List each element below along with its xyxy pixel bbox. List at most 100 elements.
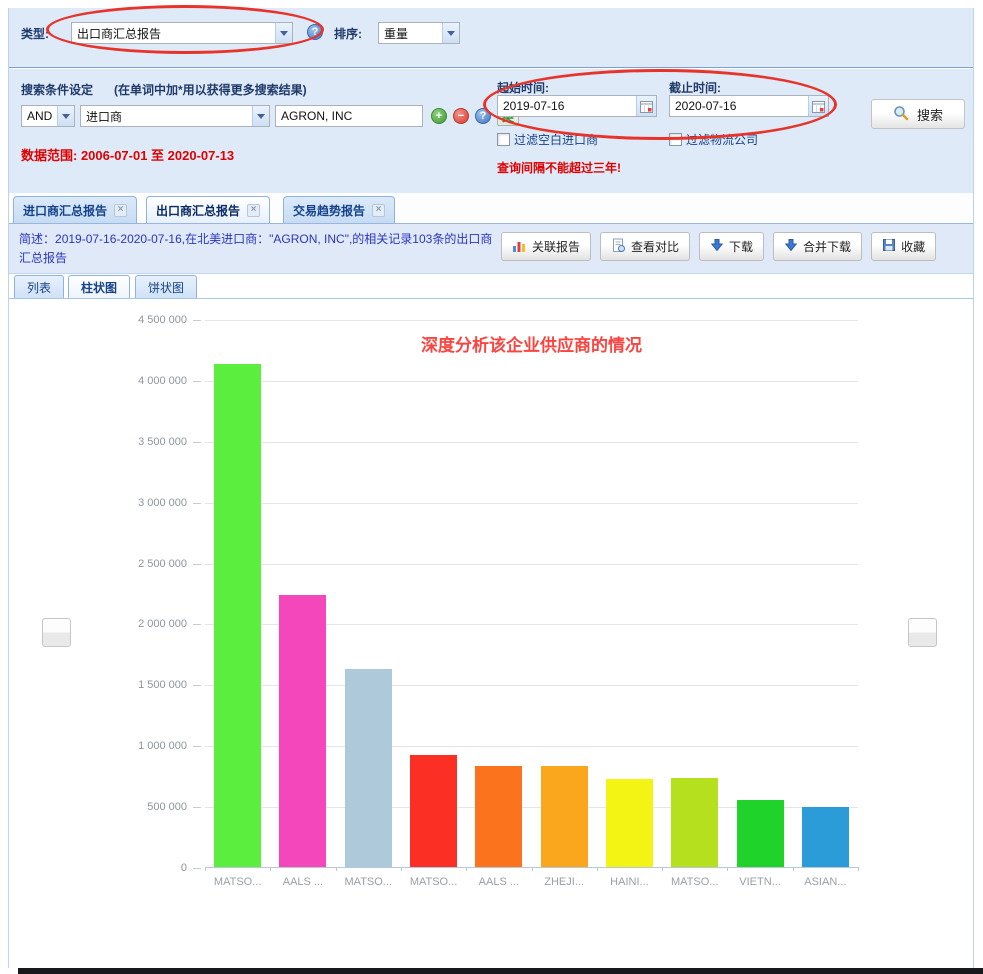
x-axis-label: AALS ... (270, 876, 336, 888)
filter-blank-importer-checkbox[interactable] (497, 133, 510, 146)
tab-exporter-summary[interactable]: 出口商汇总报告 × (146, 196, 270, 223)
chevron-down-icon[interactable] (252, 106, 269, 126)
bar-5[interactable] (475, 766, 522, 867)
add-condition-icon[interactable]: + (431, 108, 447, 124)
gridline (205, 564, 858, 565)
merge-download-button[interactable]: 合并下载 (773, 232, 862, 261)
sort-label: 排序: (334, 25, 362, 42)
end-date-input[interactable] (670, 97, 808, 115)
bar-10[interactable] (802, 807, 849, 867)
view-tab-pie-chart[interactable]: 饼状图 (135, 275, 197, 298)
start-date-field[interactable] (497, 95, 657, 117)
x-tick (727, 867, 728, 871)
chevron-down-icon[interactable] (442, 23, 459, 43)
bar-9[interactable] (737, 800, 784, 867)
view-tab-bar-chart[interactable]: 柱状图 (68, 275, 130, 298)
save-icon (882, 238, 896, 255)
bar-chart-plot: 0500 0001 000 0001 500 0002 000 0002 500… (205, 320, 858, 868)
remove-condition-icon[interactable]: − (453, 108, 469, 124)
search-button[interactable]: 搜索 (871, 99, 965, 129)
search-field-select[interactable]: 进口商 (80, 105, 270, 127)
close-icon[interactable]: × (114, 204, 127, 217)
x-tick (597, 867, 598, 871)
type-label: 类型: (21, 25, 49, 42)
view-tab-label: 列表 (27, 279, 51, 296)
bool-operator-select[interactable]: AND (21, 105, 75, 127)
end-date-label: 截止时间: (669, 79, 721, 96)
help-icon[interactable]: ? (307, 24, 323, 40)
start-date-input[interactable] (498, 97, 636, 115)
x-tick (466, 867, 467, 871)
x-axis-label: MATSO... (335, 876, 401, 888)
bool-operator-value: AND (22, 109, 57, 123)
related-report-button[interactable]: 关联报告 (501, 232, 591, 261)
search-icon (893, 105, 909, 124)
filter-logistics-checkbox[interactable] (669, 133, 682, 146)
gridline (205, 320, 858, 321)
bar-7[interactable] (606, 779, 653, 867)
download-arrow-icon (784, 238, 798, 255)
calendar-icon[interactable] (808, 96, 828, 116)
main-window: 类型: 出口商汇总报告 ? 排序: 重量 搜索条件设定 (在单词中加*用以获得更… (8, 8, 974, 968)
summary-text: 2019-07-16-2020-07-16,在北美进口商："AGRON, INC… (19, 232, 492, 265)
y-tick (193, 503, 201, 504)
y-axis-label: 4 000 000 (138, 375, 187, 387)
x-axis-label: MATSO... (205, 876, 271, 888)
bottom-edge-bar (18, 968, 983, 974)
bar-1[interactable] (214, 364, 261, 867)
filter-logistics-label: 过滤物流公司 (686, 133, 758, 147)
end-date-field[interactable] (669, 95, 829, 117)
x-axis-label: VIETN... (727, 876, 793, 888)
search-button-label: 搜索 (917, 105, 943, 124)
favorite-button[interactable]: 收藏 (871, 232, 936, 261)
y-axis-label: 3 500 000 (138, 436, 187, 448)
bar-2[interactable] (279, 595, 326, 867)
report-type-select[interactable]: 出口商汇总报告 (71, 22, 293, 44)
bar-6[interactable] (541, 766, 588, 867)
calendar-icon[interactable] (636, 96, 656, 116)
close-icon[interactable]: × (247, 204, 260, 217)
tab-importer-summary[interactable]: 进口商汇总报告 × (13, 196, 137, 223)
bar-4[interactable] (410, 755, 457, 867)
sort-select[interactable]: 重量 (378, 22, 460, 44)
y-tick (193, 442, 201, 443)
page-left-button[interactable] (42, 618, 71, 647)
report-toolbar: 简述：2019-07-16-2020-07-16,在北美进口商："AGRON, … (9, 223, 973, 274)
y-axis-label: 3 000 000 (138, 497, 187, 509)
view-tab-list[interactable]: 列表 (14, 275, 64, 298)
report-tabbar: 进口商汇总报告 × 出口商汇总报告 × 交易趋势报告 × (9, 193, 973, 223)
bar-chart-icon (512, 238, 527, 256)
document-icon (611, 238, 626, 256)
bar-8[interactable] (671, 778, 718, 867)
view-comparison-button[interactable]: 查看对比 (600, 232, 690, 261)
y-tick (193, 320, 201, 321)
x-tick (336, 867, 337, 871)
y-axis-label: 2 500 000 (138, 558, 187, 570)
type-row: 类型: 出口商汇总报告 ? 排序: 重量 (9, 8, 973, 68)
summary-label: 简述： (19, 232, 55, 246)
chevron-down-icon[interactable] (275, 23, 292, 43)
x-axis-label: AALS ... (466, 876, 532, 888)
download-button[interactable]: 下载 (699, 232, 764, 261)
y-tick (193, 807, 201, 808)
close-icon[interactable]: × (372, 204, 385, 217)
x-axis-label: MATSO... (662, 876, 728, 888)
chevron-down-icon[interactable] (57, 106, 74, 126)
view-tab-label: 柱状图 (81, 279, 117, 296)
x-tick (662, 867, 663, 871)
x-axis-label: HAINI... (596, 876, 662, 888)
page-right-button[interactable] (908, 618, 937, 647)
button-label: 关联报告 (532, 238, 580, 255)
tab-trade-trend[interactable]: 交易趋势报告 × (283, 196, 395, 223)
y-axis-label: 1 000 000 (138, 740, 187, 752)
query-interval-warning: 查询间隔不能超过三年! (497, 159, 621, 176)
chart-panel: 深度分析该企业供应商的情况 0500 0001 000 0001 500 000… (9, 298, 973, 967)
bar-3[interactable] (345, 669, 392, 867)
y-tick (193, 746, 201, 747)
y-axis-label: 2 000 000 (138, 618, 187, 630)
help-icon[interactable]: ? (475, 108, 491, 124)
filter-blank-importer-label: 过滤空白进口商 (514, 133, 598, 147)
keyword-input[interactable] (275, 105, 423, 127)
report-type-value: 出口商汇总报告 (72, 25, 275, 42)
button-label: 合并下载 (803, 238, 851, 255)
